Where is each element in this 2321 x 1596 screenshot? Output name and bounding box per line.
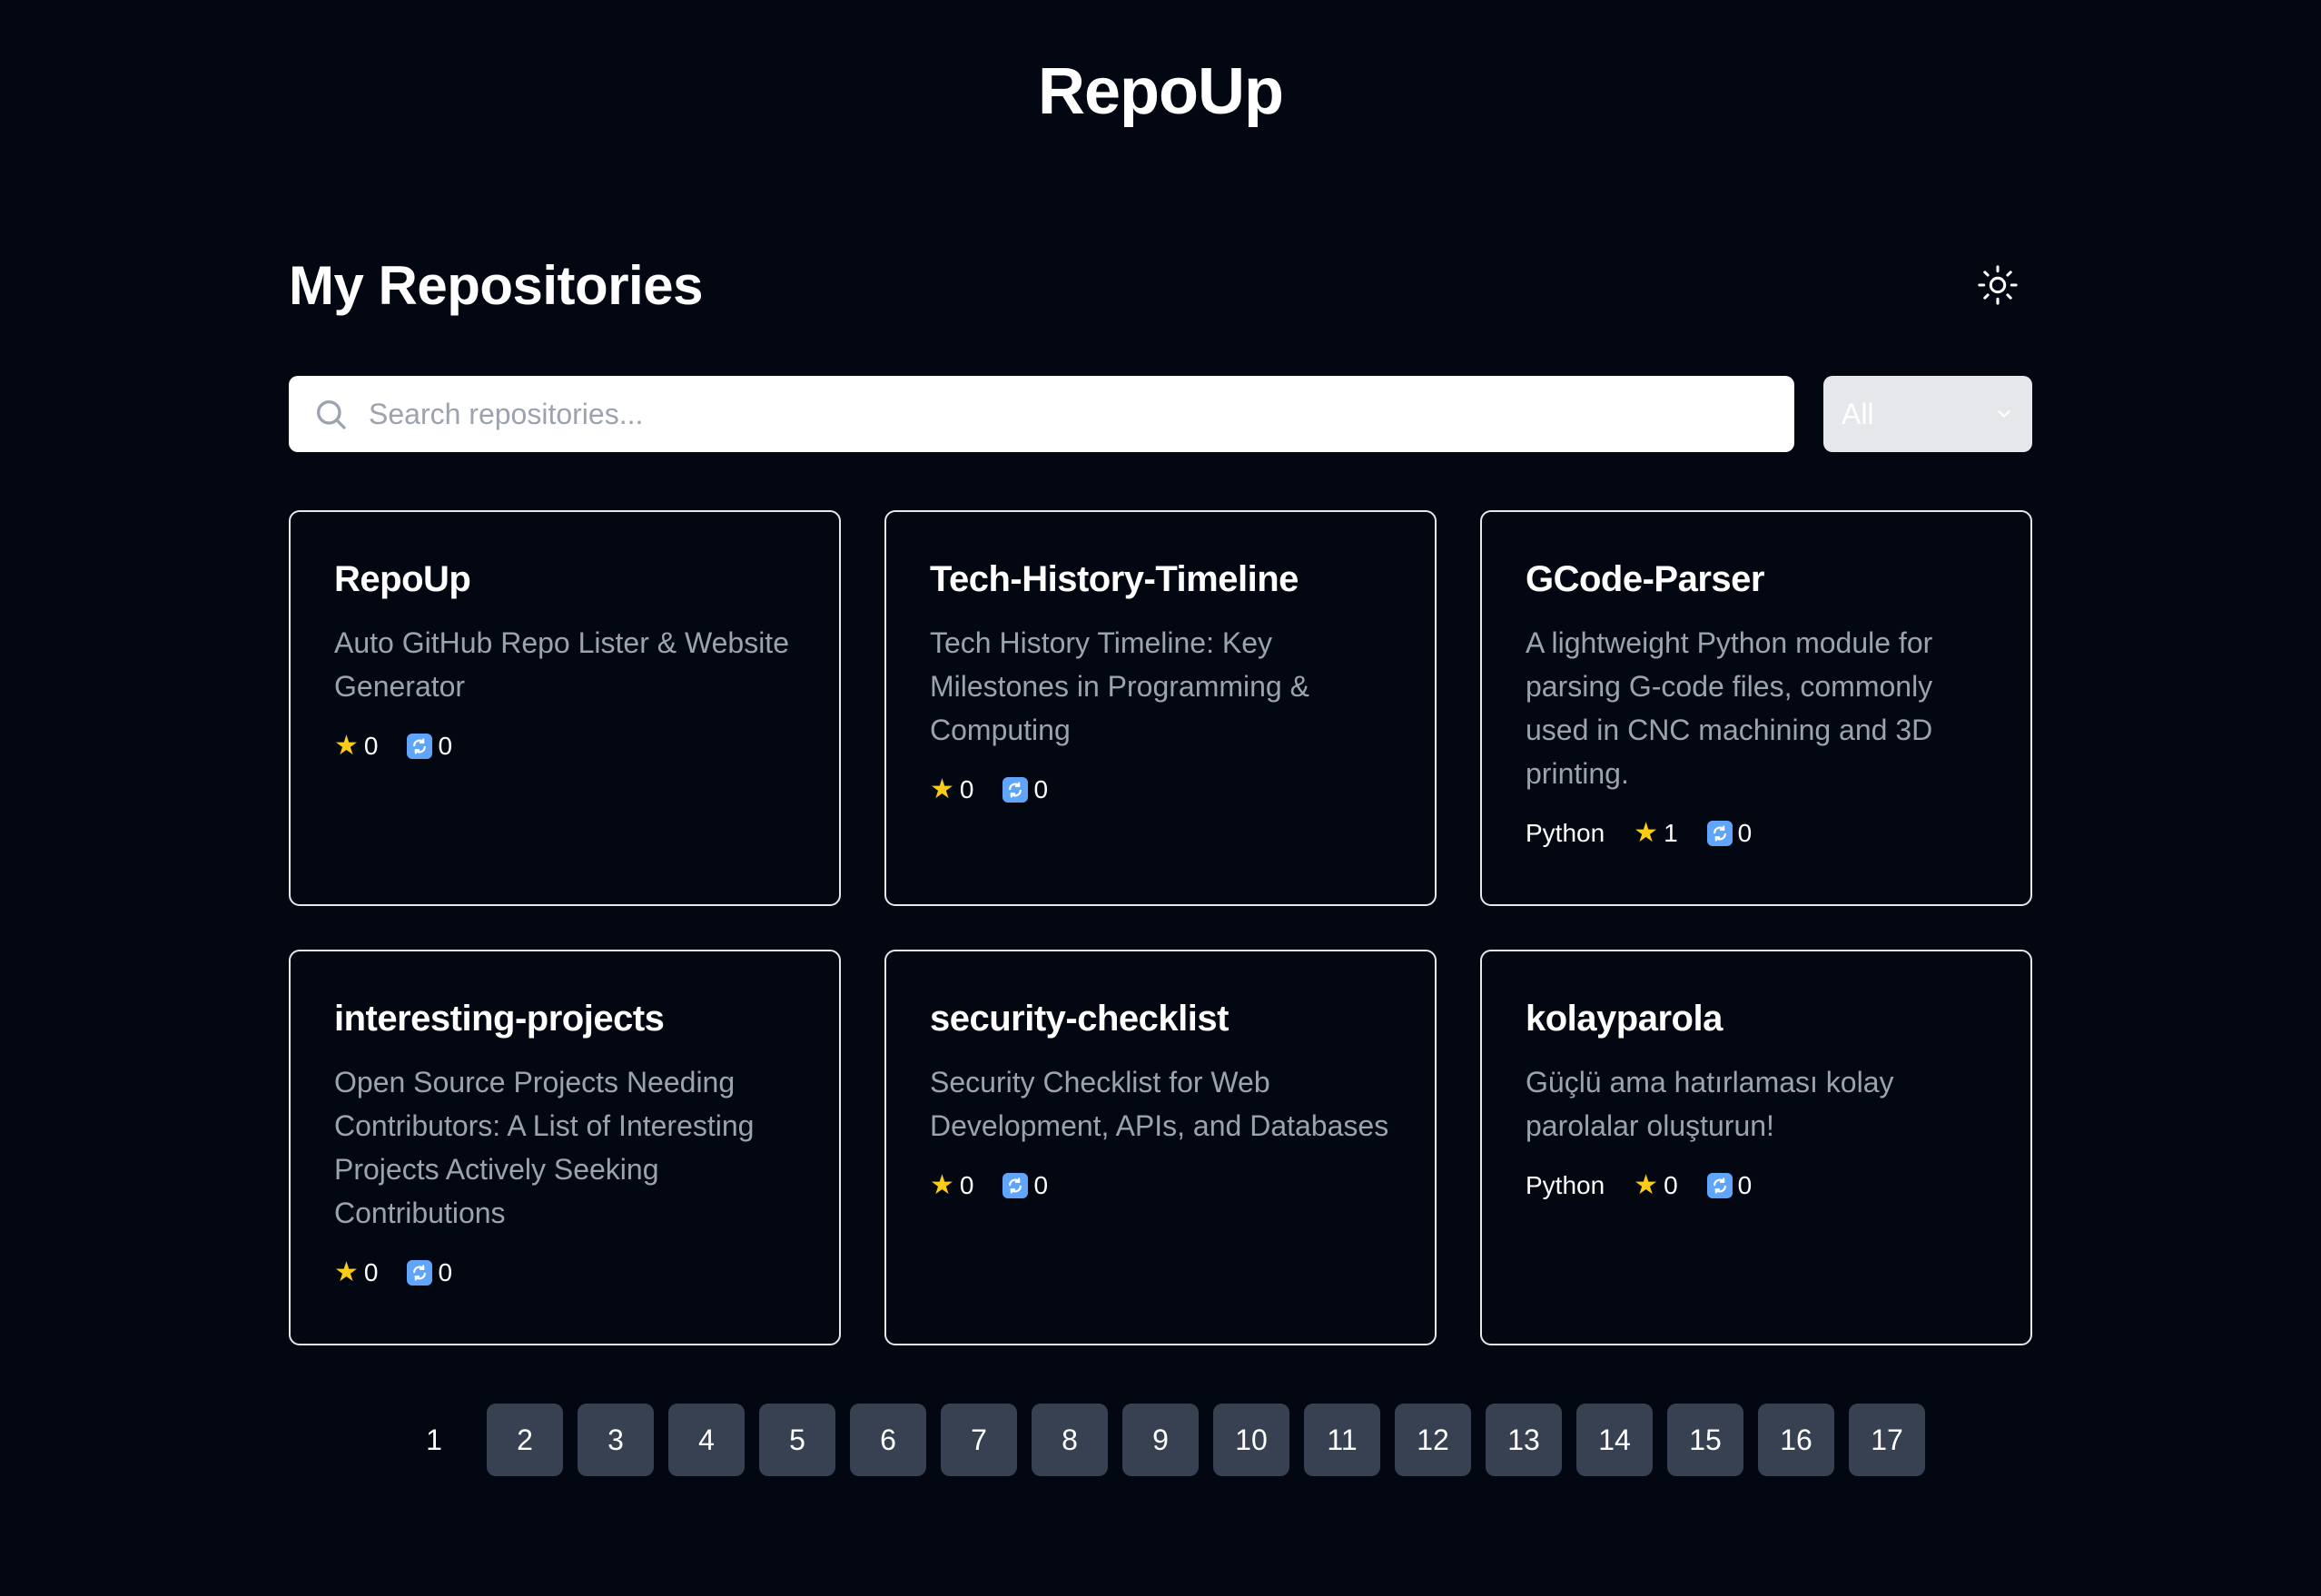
page-button[interactable]: 6 [850, 1404, 926, 1476]
page-button[interactable]: 13 [1486, 1404, 1562, 1476]
fork-icon [1002, 1173, 1029, 1198]
repo-card[interactable]: GCode-Parser A lightweight Python module… [1480, 510, 2032, 906]
page-button[interactable]: 9 [1122, 1404, 1199, 1476]
chevron-down-icon [1998, 410, 2010, 418]
repo-meta: Python ★ 1 0 [1526, 815, 1987, 852]
fork-icon [1706, 1173, 1733, 1198]
star-icon: ★ [1634, 818, 1659, 848]
repo-description: Auto GitHub Repo Lister & Website Genera… [334, 626, 789, 703]
repo-stars: ★ 0 [930, 772, 973, 808]
repo-stars: ★ 0 [334, 1255, 378, 1291]
page-button[interactable]: 14 [1576, 1404, 1653, 1476]
star-count: 0 [363, 1258, 379, 1286]
search-box[interactable] [289, 376, 1794, 452]
page-button[interactable]: 15 [1667, 1404, 1743, 1476]
repo-description: Open Source Projects Needing Contributor… [334, 1066, 755, 1229]
page-button[interactable]: 16 [1758, 1404, 1834, 1476]
repo-stars: ★ 0 [930, 1167, 973, 1204]
page-button[interactable]: 4 [668, 1404, 745, 1476]
fork-icon [407, 1260, 433, 1286]
repo-language: Python [1526, 819, 1605, 847]
page-button[interactable]: 11 [1304, 1404, 1380, 1476]
repo-name[interactable]: GCode-Parser [1526, 557, 1987, 601]
repo-forks: 0 [1706, 1167, 1753, 1204]
star-icon: ★ [334, 731, 359, 761]
star-count: 0 [363, 732, 379, 760]
page-button[interactable]: 5 [759, 1404, 835, 1476]
page-button[interactable]: 2 [487, 1404, 563, 1476]
repo-forks: 0 [407, 728, 452, 764]
star-count: 0 [959, 775, 974, 803]
repo-forks: 0 [1002, 772, 1048, 808]
star-icon: ★ [930, 774, 954, 804]
page-button[interactable]: 12 [1395, 1404, 1471, 1476]
filter-selected-value: All [1842, 397, 1874, 430]
repo-description: Tech History Timeline: Key Milestones in… [930, 626, 1309, 746]
star-count: 0 [959, 1171, 974, 1199]
fork-count: 0 [438, 1258, 453, 1286]
fork-count: 0 [1033, 1171, 1049, 1199]
page-title: My Repositories [289, 254, 703, 316]
star-icon: ★ [334, 1257, 359, 1287]
repo-name[interactable]: Tech-History-Timeline [930, 557, 1391, 601]
repo-meta: ★ 0 0 [334, 728, 795, 764]
filter-select[interactable]: All [1823, 376, 2032, 452]
search-controls: All [289, 376, 2032, 452]
page-button[interactable]: 10 [1213, 1404, 1289, 1476]
page-button[interactable]: 1 [396, 1404, 472, 1476]
repo-meta: Python ★ 0 0 [1526, 1167, 1987, 1204]
star-count: 0 [1664, 1171, 1678, 1199]
fork-icon [407, 734, 433, 759]
pagination: 1 2 3 4 5 6 7 8 9 10 11 12 13 14 15 16 17 [0, 1404, 2321, 1476]
repo-forks: 0 [1706, 815, 1753, 852]
repo-stars: ★ 1 [1634, 815, 1677, 852]
page-button[interactable]: 8 [1032, 1404, 1108, 1476]
page-button[interactable]: 3 [578, 1404, 654, 1476]
repo-description: Güçlü ama hatırlaması kolay parolalar ol… [1526, 1066, 1894, 1142]
theme-toggle-button[interactable] [1969, 256, 2027, 314]
repo-description: A lightweight Python module for parsing … [1526, 626, 1933, 790]
repo-meta: ★ 0 0 [930, 1167, 1391, 1204]
page-button[interactable]: 7 [941, 1404, 1017, 1476]
star-icon: ★ [930, 1170, 954, 1200]
page-button[interactable]: 17 [1849, 1404, 1925, 1476]
star-count: 1 [1664, 819, 1678, 847]
repo-meta: ★ 0 0 [334, 1255, 795, 1291]
repo-language: Python [1526, 1171, 1605, 1199]
repo-name[interactable]: interesting-projects [334, 997, 795, 1040]
repo-card[interactable]: RepoUp Auto GitHub Repo Lister & Website… [289, 510, 841, 906]
repo-name[interactable]: RepoUp [334, 557, 795, 601]
repo-description: Security Checklist for Web Development, … [930, 1066, 1389, 1142]
search-input[interactable] [369, 376, 1794, 452]
fork-count: 0 [1737, 819, 1753, 847]
repo-card[interactable]: Tech-History-Timeline Tech History Timel… [884, 510, 1437, 906]
repo-meta: ★ 0 0 [930, 772, 1391, 808]
repo-grid: RepoUp Auto GitHub Repo Lister & Website… [289, 510, 2032, 1345]
repo-card[interactable]: kolayparola Güçlü ama hatırlaması kolay … [1480, 950, 2032, 1345]
main-container: My Repositories All [289, 245, 2032, 1345]
repo-forks: 0 [407, 1255, 452, 1291]
section-header: My Repositories [289, 245, 2032, 325]
repo-name[interactable]: kolayparola [1526, 997, 1987, 1040]
fork-icon [1706, 821, 1733, 846]
fork-count: 0 [1737, 1171, 1753, 1199]
repo-name[interactable]: security-checklist [930, 997, 1391, 1040]
site-title: RepoUp [1038, 55, 1284, 128]
fork-count: 0 [1033, 775, 1049, 803]
fork-count: 0 [438, 732, 453, 760]
repo-forks: 0 [1002, 1167, 1048, 1204]
search-icon [317, 400, 346, 429]
repo-card[interactable]: security-checklist Security Checklist fo… [884, 950, 1437, 1345]
star-icon: ★ [1634, 1170, 1659, 1200]
repo-stars: ★ 0 [1634, 1167, 1677, 1204]
repo-card[interactable]: interesting-projects Open Source Project… [289, 950, 841, 1345]
sun-icon [1978, 265, 2018, 305]
fork-icon [1002, 777, 1029, 803]
repo-stars: ★ 0 [334, 728, 378, 764]
